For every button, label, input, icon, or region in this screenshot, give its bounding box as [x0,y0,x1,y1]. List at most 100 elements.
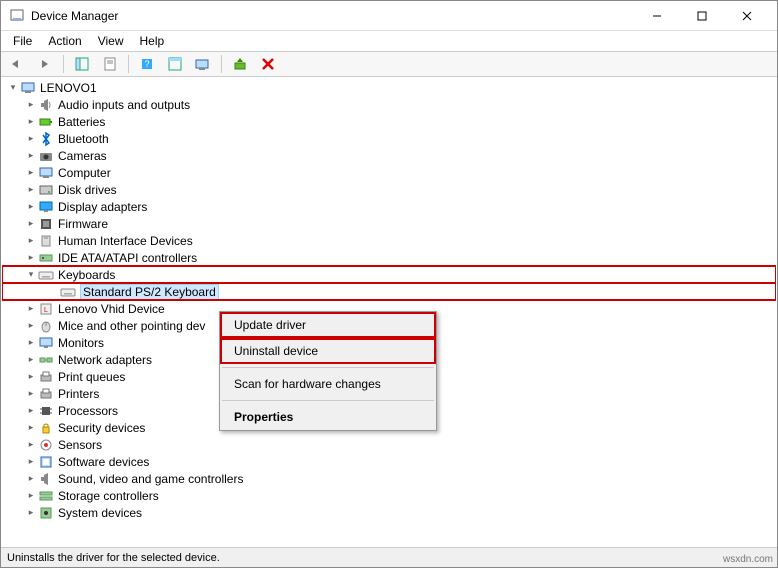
expander-icon[interactable]: ▸ [24,302,38,316]
tree-item-keyboard[interactable]: ▾ Keyboards [2,266,776,283]
camera-icon [38,148,54,164]
toolbar-separator [128,55,129,73]
expander-icon[interactable]: ▸ [24,506,38,520]
tree-item-firmware[interactable]: ▸ Firmware [2,215,776,232]
window-title: Device Manager [31,9,634,23]
tree-root[interactable]: ▾ LENOVO1 [2,79,776,96]
printer-icon [38,386,54,402]
tree-item-speaker[interactable]: ▸ Audio inputs and outputs [2,96,776,113]
battery-icon [38,114,54,130]
expander-icon[interactable]: ▸ [24,98,38,112]
app-icon [9,8,25,24]
expander-icon[interactable]: ▸ [24,115,38,129]
title-bar: Device Manager [1,1,777,31]
maximize-button[interactable] [679,2,724,30]
tree-item-sound[interactable]: ▸ Sound, video and game controllers [2,470,776,487]
tree-item-software[interactable]: ▸ Software devices [2,453,776,470]
minimize-button[interactable] [634,2,679,30]
expander-icon[interactable]: ▸ [24,234,38,248]
tree-item-battery[interactable]: ▸ Batteries [2,113,776,130]
update-driver-button[interactable] [228,53,252,75]
context-scan-hardware[interactable]: Scan for hardware changes [220,371,436,397]
action-icon[interactable] [163,53,187,75]
lenovo-icon: L [38,301,54,317]
tree-item-computer[interactable]: ▸ Computer [2,164,776,181]
expander-icon[interactable]: ▸ [24,319,38,333]
expander-icon[interactable]: ▸ [24,217,38,231]
tree-item-label: LENOVO1 [40,81,97,95]
expander-icon[interactable]: ▸ [24,149,38,163]
context-uninstall-device[interactable]: Uninstall device [220,338,436,364]
menu-view[interactable]: View [90,32,132,50]
back-button[interactable] [5,53,29,75]
tree-item-bluetooth[interactable]: ▸ Bluetooth [2,130,776,147]
expander-icon[interactable]: ▸ [24,387,38,401]
forward-button[interactable] [33,53,57,75]
tree-item-display[interactable]: ▸ Display adapters [2,198,776,215]
menu-file[interactable]: File [5,32,40,50]
context-update-driver[interactable]: Update driver [220,312,436,338]
computer-icon [38,165,54,181]
expander-icon[interactable]: ▸ [24,132,38,146]
properties-button[interactable] [98,53,122,75]
tree-item-label: Printers [58,387,99,401]
expander-icon[interactable]: ▸ [24,200,38,214]
expander-icon[interactable]: ▸ [24,404,38,418]
expander-icon[interactable]: ▸ [24,472,38,486]
sensor-icon [38,437,54,453]
tree-item-label: Network adapters [58,353,152,367]
expander-icon[interactable]: ▸ [24,183,38,197]
expander-icon[interactable]: ▸ [24,489,38,503]
tree-item-label: Storage controllers [58,489,159,503]
context-separator [222,400,434,401]
tree-item-label: Batteries [58,115,105,129]
show-hide-tree-button[interactable] [70,53,94,75]
expander-icon[interactable]: ▸ [24,336,38,350]
tree-item-hid[interactable]: ▸ Human Interface Devices [2,232,776,249]
expander-icon[interactable]: ▾ [6,81,20,95]
tree-item-label: Audio inputs and outputs [58,98,190,112]
expander-icon[interactable]: ▸ [24,421,38,435]
expander-icon[interactable]: ▸ [24,353,38,367]
expander-icon[interactable]: ▸ [24,166,38,180]
menu-bar: File Action View Help [1,31,777,51]
close-button[interactable] [724,2,769,30]
tree-item-disk[interactable]: ▸ Disk drives [2,181,776,198]
menu-help[interactable]: Help [132,32,173,50]
tree-item-label: Print queues [58,370,125,384]
menu-action[interactable]: Action [40,32,89,50]
tree-item-camera[interactable]: ▸ Cameras [2,147,776,164]
tree-item-label: Software devices [58,455,149,469]
tree-item-label: Security devices [58,421,145,435]
expander-icon [46,285,60,299]
tree-item-label: Cameras [58,149,107,163]
tree-item-keyboard-child[interactable]: Standard PS/2 Keyboard [2,283,776,300]
context-properties[interactable]: Properties [220,404,436,430]
tree-item-ide[interactable]: ▸ IDE ATA/ATAPI controllers [2,249,776,266]
tree-item-label: Disk drives [58,183,117,197]
expander-icon[interactable]: ▸ [24,438,38,452]
toolbar-separator [221,55,222,73]
tree-item-label: Sensors [58,438,102,452]
status-text: Uninstalls the driver for the selected d… [7,552,220,564]
tree-item-label: Processors [58,404,118,418]
scan-hardware-button[interactable] [191,53,215,75]
printer-icon [38,369,54,385]
mouse-icon [38,318,54,334]
help-button[interactable]: ? [135,53,159,75]
context-separator [222,367,434,368]
speaker-icon [38,97,54,113]
tree-item-system[interactable]: ▸ System devices [2,504,776,521]
tree-item-sensor[interactable]: ▸ Sensors [2,436,776,453]
expander-icon[interactable]: ▸ [24,251,38,265]
uninstall-button[interactable] [256,53,280,75]
expander-icon[interactable]: ▸ [24,370,38,384]
ide-icon [38,250,54,266]
disk-icon [38,182,54,198]
tree-item-label: Firmware [58,217,108,231]
tree-item-storage[interactable]: ▸ Storage controllers [2,487,776,504]
bluetooth-icon [38,131,54,147]
expander-icon[interactable]: ▾ [24,268,38,282]
expander-icon[interactable]: ▸ [24,455,38,469]
status-bar: Uninstalls the driver for the selected d… [1,547,777,567]
